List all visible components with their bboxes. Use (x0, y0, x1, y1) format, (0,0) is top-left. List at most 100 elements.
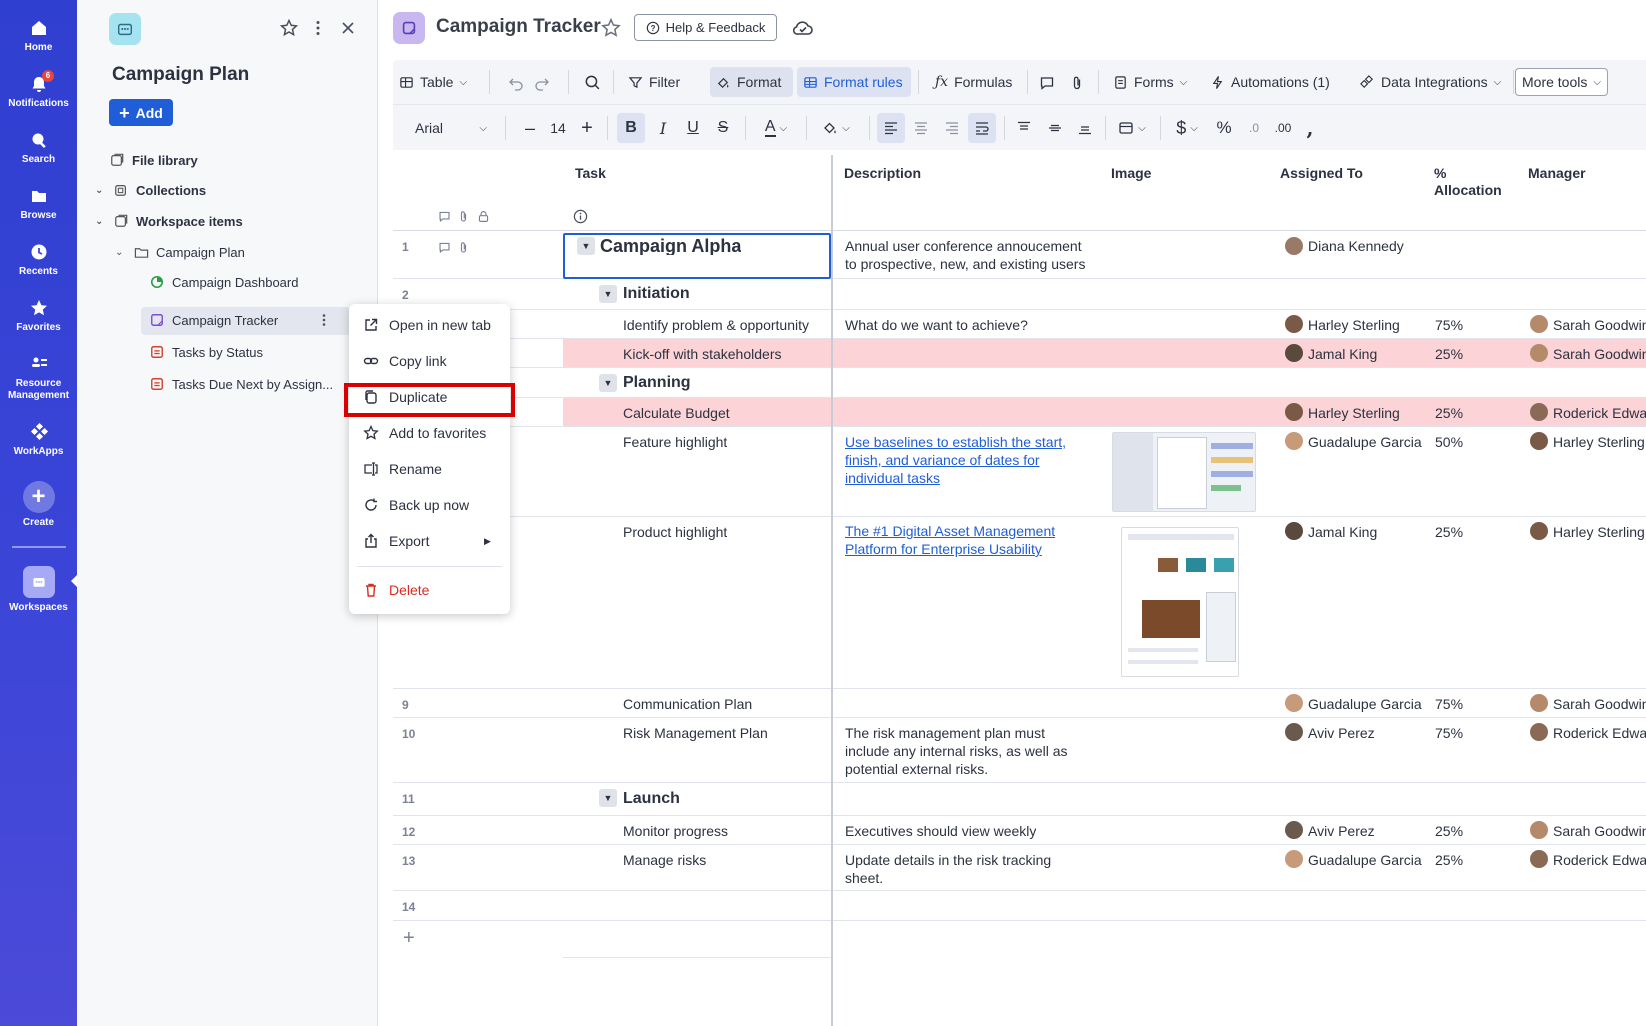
search-icon[interactable] (584, 74, 601, 91)
valign-bottom-button[interactable] (1071, 113, 1099, 143)
tree-campaign-dashboard[interactable]: Campaign Dashboard (149, 270, 298, 294)
description-link[interactable]: The #1 Digital Asset Management Platform… (845, 522, 1090, 558)
table-row[interactable]: Product highlight The #1 Digital Asset M… (393, 517, 1646, 689)
more-vertical-icon[interactable] (308, 18, 328, 38)
col-header-task[interactable]: Task (575, 165, 606, 182)
attachment-icon[interactable] (1069, 75, 1085, 91)
nav-workapps[interactable]: WorkApps (0, 422, 77, 458)
table-row[interactable]: Calculate Budget Harley Sterling 25% Rod… (393, 398, 1646, 427)
comment-icon[interactable] (1039, 75, 1055, 91)
chevron-down-icon[interactable]: ⌄ (95, 216, 107, 227)
add-row-button[interactable]: + (403, 927, 415, 950)
tree-collections[interactable]: ⌄ Collections (95, 178, 206, 202)
nav-resource-management[interactable]: Resource Management (0, 354, 77, 402)
font-size-value[interactable]: 14 (545, 113, 571, 143)
cloud-saved-icon[interactable] (791, 16, 815, 40)
table-row[interactable]: 13 Manage risks Update details in the ri… (393, 845, 1646, 891)
item-more-icon[interactable] (316, 312, 332, 328)
format-rules-button[interactable]: Format rules (797, 67, 911, 97)
image-thumbnail[interactable] (1112, 432, 1256, 512)
text-color-button[interactable]: A ⌵ (753, 113, 799, 143)
attachment-icon[interactable] (457, 241, 470, 254)
menu-delete[interactable]: Delete (349, 575, 510, 605)
nav-browse[interactable]: Browse (0, 186, 77, 222)
table-row[interactable]: Kick-off with stakeholders Jamal King 25… (393, 339, 1646, 368)
tree-workspace-items[interactable]: ⌄ Workspace items (95, 209, 243, 233)
view-selector[interactable]: Table ⌵ (393, 67, 473, 97)
table-row[interactable]: ▼ Planning (393, 368, 1646, 398)
col-header-manager[interactable]: Manager (1528, 165, 1586, 182)
redo-icon[interactable] (534, 75, 550, 91)
image-thumbnail[interactable] (1121, 527, 1239, 677)
col-header-image[interactable]: Image (1111, 165, 1151, 182)
menu-copy-link[interactable]: Copy link (349, 346, 510, 376)
formulas-button[interactable]: ƒx Formulas (929, 67, 1018, 97)
align-center-button[interactable] (907, 113, 935, 143)
close-icon[interactable] (338, 18, 358, 38)
align-right-button[interactable] (938, 113, 966, 143)
nav-favorites[interactable]: Favorites (0, 298, 77, 334)
font-family-select[interactable]: Arial ⌵ (401, 113, 495, 143)
align-left-button[interactable] (877, 113, 905, 143)
table-row[interactable]: Feature highlight Use baselines to estab… (393, 427, 1646, 517)
menu-back-up-now[interactable]: Back up now (349, 490, 510, 520)
help-feedback-button[interactable]: ? Help & Feedback (634, 14, 777, 41)
tree-campaign-tracker[interactable]: Campaign Tracker (149, 308, 278, 332)
table-row[interactable]: 10 Risk Management Plan The risk managem… (393, 718, 1646, 783)
undo-icon[interactable] (508, 75, 524, 91)
info-icon[interactable] (573, 209, 588, 224)
currency-button[interactable]: $ ⌵ (1167, 113, 1207, 143)
table-row[interactable]: 11 ▼ Launch (393, 783, 1646, 816)
menu-export[interactable]: Export ▶ (349, 526, 510, 556)
nav-create[interactable]: + Create (0, 481, 77, 529)
increase-decimal-button[interactable]: .00 (1269, 113, 1297, 143)
selected-cell[interactable] (563, 233, 831, 279)
bold-button[interactable]: B (617, 113, 645, 143)
nav-workspaces[interactable]: Workspaces (0, 566, 77, 614)
fill-color-button[interactable]: ⌵ (813, 113, 859, 143)
add-button[interactable]: + Add (109, 99, 173, 126)
col-header-assigned-to[interactable]: Assigned To (1280, 165, 1363, 182)
data-integrations-button[interactable]: Data Integrations ⌵ (1354, 67, 1507, 97)
valign-middle-button[interactable] (1041, 113, 1069, 143)
comment-icon[interactable] (438, 241, 451, 254)
thousands-separator-button[interactable]: , (1300, 113, 1320, 143)
col-header-allocation[interactable]: % Allocation (1434, 165, 1514, 199)
more-tools-button[interactable]: More tools ⌵ (1515, 68, 1608, 96)
format-button[interactable]: Format (710, 67, 793, 97)
table-row[interactable]: 14 (393, 891, 1646, 921)
collapse-toggle[interactable]: ▼ (599, 374, 617, 392)
menu-open-new-tab[interactable]: Open in new tab (349, 310, 510, 340)
valign-top-button[interactable] (1010, 113, 1038, 143)
collapse-toggle[interactable]: ▼ (599, 789, 617, 807)
tree-tasks-due-next[interactable]: Tasks Due Next by Assign... (149, 372, 333, 396)
nav-home[interactable]: Home (0, 18, 77, 54)
table-row[interactable]: 12 Monitor progress Executives should vi… (393, 816, 1646, 845)
strikethrough-button[interactable]: S (709, 113, 737, 143)
table-row[interactable]: Identify problem & opportunity What do w… (393, 310, 1646, 339)
chevron-down-icon[interactable]: ⌄ (95, 185, 107, 196)
wrap-text-button[interactable] (968, 113, 996, 143)
sheet-title[interactable]: Campaign Tracker (436, 16, 601, 38)
italic-button[interactable]: I (649, 113, 677, 143)
chevron-down-icon[interactable]: ⌄ (115, 247, 127, 258)
tree-campaign-plan-folder[interactable]: ⌄ Campaign Plan (115, 240, 245, 264)
tree-file-library[interactable]: File library (109, 148, 198, 172)
favorite-star-icon[interactable] (600, 17, 622, 39)
underline-button[interactable]: U (679, 113, 707, 143)
nav-notifications[interactable]: 6 Notifications (0, 70, 77, 110)
table-row[interactable]: 9 Communication Plan Guadalupe Garcia 75… (393, 689, 1646, 718)
favorite-star-icon[interactable] (279, 18, 299, 38)
table-row[interactable]: 2 ▼ Initiation (393, 279, 1646, 310)
tree-tasks-by-status[interactable]: Tasks by Status (149, 340, 263, 364)
nav-search[interactable]: Search (0, 130, 77, 166)
description-link[interactable]: Use baselines to establish the start, fi… (845, 433, 1090, 487)
nav-recents[interactable]: Recents (0, 242, 77, 278)
menu-rename[interactable]: Rename (349, 454, 510, 484)
decrease-decimal-button[interactable]: .0 (1241, 113, 1267, 143)
font-size-increase-button[interactable]: + (575, 113, 599, 143)
menu-add-to-favorites[interactable]: Add to favorites (349, 418, 510, 448)
frozen-column-divider[interactable] (831, 155, 833, 1026)
col-header-description[interactable]: Description (844, 165, 921, 182)
forms-button[interactable]: Forms ⌵ (1107, 67, 1193, 97)
